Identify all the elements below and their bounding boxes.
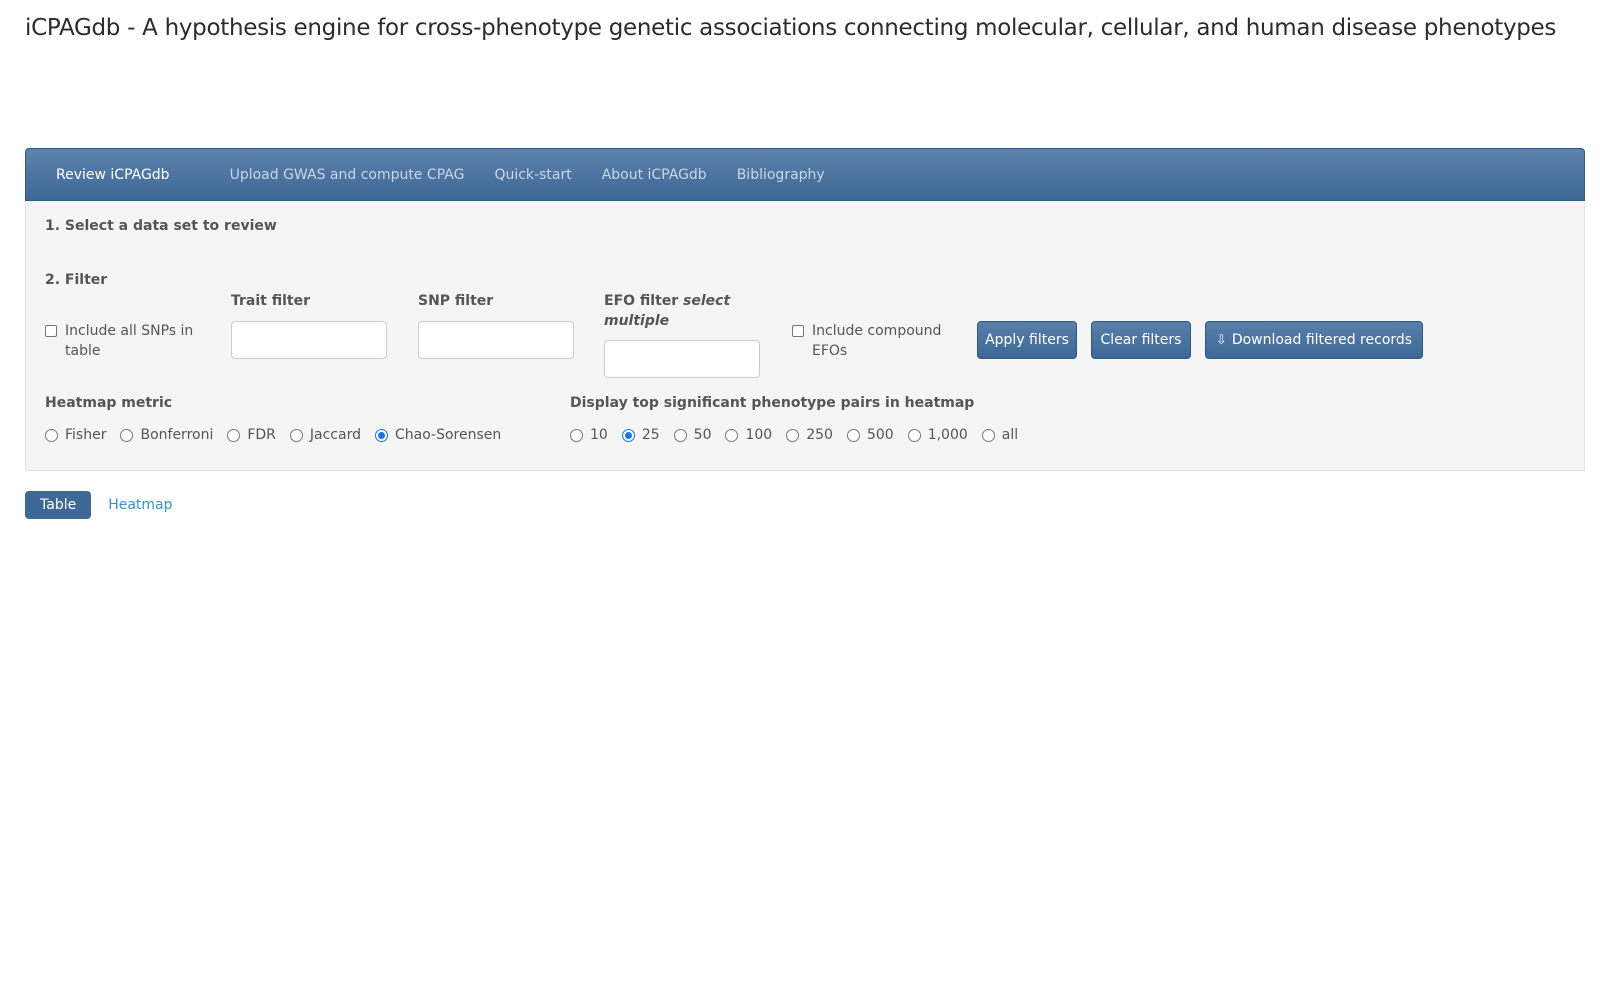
- top-pairs-radio-label: all: [1001, 427, 1019, 443]
- top-pairs-radio[interactable]: [570, 428, 583, 442]
- apply-filters-button[interactable]: Apply filters: [977, 321, 1077, 359]
- clear-filters-button[interactable]: Clear filters: [1091, 321, 1191, 359]
- page-title: iCPAGdb - A hypothesis engine for cross-…: [25, 15, 1557, 41]
- main-navbar: Review iCPAGdb Upload GWAS and compute C…: [25, 148, 1585, 201]
- top-pairs-radio[interactable]: [621, 428, 635, 442]
- nav-tab-upload-gwas[interactable]: Upload GWAS and compute CPAG: [215, 167, 480, 183]
- top-pairs-radio-label: 1,000: [927, 427, 968, 443]
- view-tabs: Table Heatmap: [25, 491, 188, 519]
- heatmap-metric-radio-label: Jaccard: [309, 427, 361, 443]
- heatmap-metric-option[interactable]: Jaccard: [289, 427, 361, 443]
- top-pairs-radio-label: 100: [745, 427, 773, 443]
- trait-filter-label: Trait filter: [231, 293, 310, 309]
- filter-panel: 1. Select a data set to review 2. Filter…: [25, 201, 1585, 471]
- heatmap-metric-radio[interactable]: [227, 428, 241, 442]
- top-pairs-radio-label: 10: [590, 427, 608, 443]
- trait-filter-input[interactable]: [231, 321, 387, 359]
- nav-tab-about[interactable]: About iCPAGdb: [587, 167, 722, 183]
- download-icon: ⇩: [1215, 332, 1227, 348]
- nav-tab-quick-start[interactable]: Quick-start: [479, 167, 586, 183]
- heatmap-metric-radio[interactable]: [374, 428, 388, 442]
- include-compound-efos-label: Include compound EFOs: [812, 323, 942, 359]
- include-all-snps-option[interactable]: Include all SNPs in table: [45, 321, 195, 361]
- heatmap-metric-option[interactable]: Bonferroni: [120, 427, 213, 443]
- snp-filter-input[interactable]: [418, 321, 574, 359]
- heatmap-metric-option[interactable]: Fisher: [45, 427, 106, 443]
- tab-heatmap[interactable]: Heatmap: [93, 491, 187, 519]
- top-pairs-radio[interactable]: [673, 428, 687, 442]
- step2-label: 2. Filter: [45, 272, 108, 288]
- top-pairs-radio-label: 25: [641, 427, 660, 443]
- top-pairs-label: Display top significant phenotype pairs …: [570, 395, 975, 411]
- include-compound-efos-checkbox[interactable]: [792, 325, 804, 337]
- top-pairs-option[interactable]: all: [981, 427, 1019, 443]
- top-pairs-radio[interactable]: [981, 428, 995, 442]
- heatmap-metric-radio-label: Fisher: [65, 427, 107, 443]
- heatmap-metric-label: Heatmap metric: [45, 395, 173, 411]
- nav-tab-review[interactable]: Review iCPAGdb: [26, 167, 215, 183]
- top-pairs-option[interactable]: 10: [570, 427, 608, 443]
- top-pairs-option[interactable]: 500: [846, 427, 894, 443]
- heatmap-metric-radio[interactable]: [289, 428, 303, 442]
- include-all-snps-label: Include all SNPs in table: [65, 323, 194, 359]
- heatmap-metric-radio-label: Chao-Sorensen: [394, 427, 502, 443]
- step1-label: 1. Select a data set to review: [45, 218, 277, 234]
- efo-filter-input[interactable]: [604, 340, 760, 378]
- efo-filter-label-text: EFO filter: [604, 293, 679, 309]
- download-button-label: Download filtered records: [1231, 332, 1413, 348]
- top-pairs-radio[interactable]: [907, 428, 921, 442]
- top-pairs-radio-label: 500: [866, 427, 894, 443]
- heatmap-metric-options: Fisher Bonferroni FDR Jaccard Chao-Sorensen: [45, 427, 515, 443]
- tab-table[interactable]: Table: [25, 491, 92, 519]
- top-pairs-option[interactable]: 100: [725, 427, 772, 443]
- top-pairs-radio-label: 50: [693, 427, 712, 443]
- include-compound-efos-option[interactable]: Include compound EFOs: [792, 321, 952, 361]
- include-all-snps-checkbox[interactable]: [45, 325, 57, 337]
- download-filtered-records-button[interactable]: ⇩ Download filtered records: [1205, 321, 1423, 359]
- efo-filter-label: EFO filter select multiple: [604, 291, 734, 331]
- heatmap-metric-radio[interactable]: [45, 428, 58, 442]
- top-pairs-radio[interactable]: [725, 428, 739, 442]
- top-pairs-radio[interactable]: [846, 428, 860, 442]
- top-pairs-option[interactable]: 50: [673, 427, 712, 443]
- heatmap-metric-radio-label: Bonferroni: [140, 427, 214, 443]
- heatmap-metric-option[interactable]: FDR: [227, 427, 276, 443]
- snp-filter-label: SNP filter: [418, 293, 494, 309]
- top-pairs-option[interactable]: 1,000: [907, 427, 968, 443]
- top-pairs-option[interactable]: 25: [621, 427, 660, 443]
- top-pairs-radio-label: 250: [806, 427, 833, 443]
- heatmap-metric-radio-label: FDR: [247, 427, 276, 443]
- top-pairs-radio[interactable]: [786, 428, 800, 442]
- nav-tab-bibliography[interactable]: Bibliography: [722, 167, 840, 183]
- heatmap-metric-radio[interactable]: [120, 428, 134, 442]
- heatmap-metric-option[interactable]: Chao-Sorensen: [374, 427, 502, 443]
- top-pairs-options: 10 25 50 100 250 500 1,000 all: [570, 427, 1032, 443]
- top-pairs-option[interactable]: 250: [786, 427, 833, 443]
